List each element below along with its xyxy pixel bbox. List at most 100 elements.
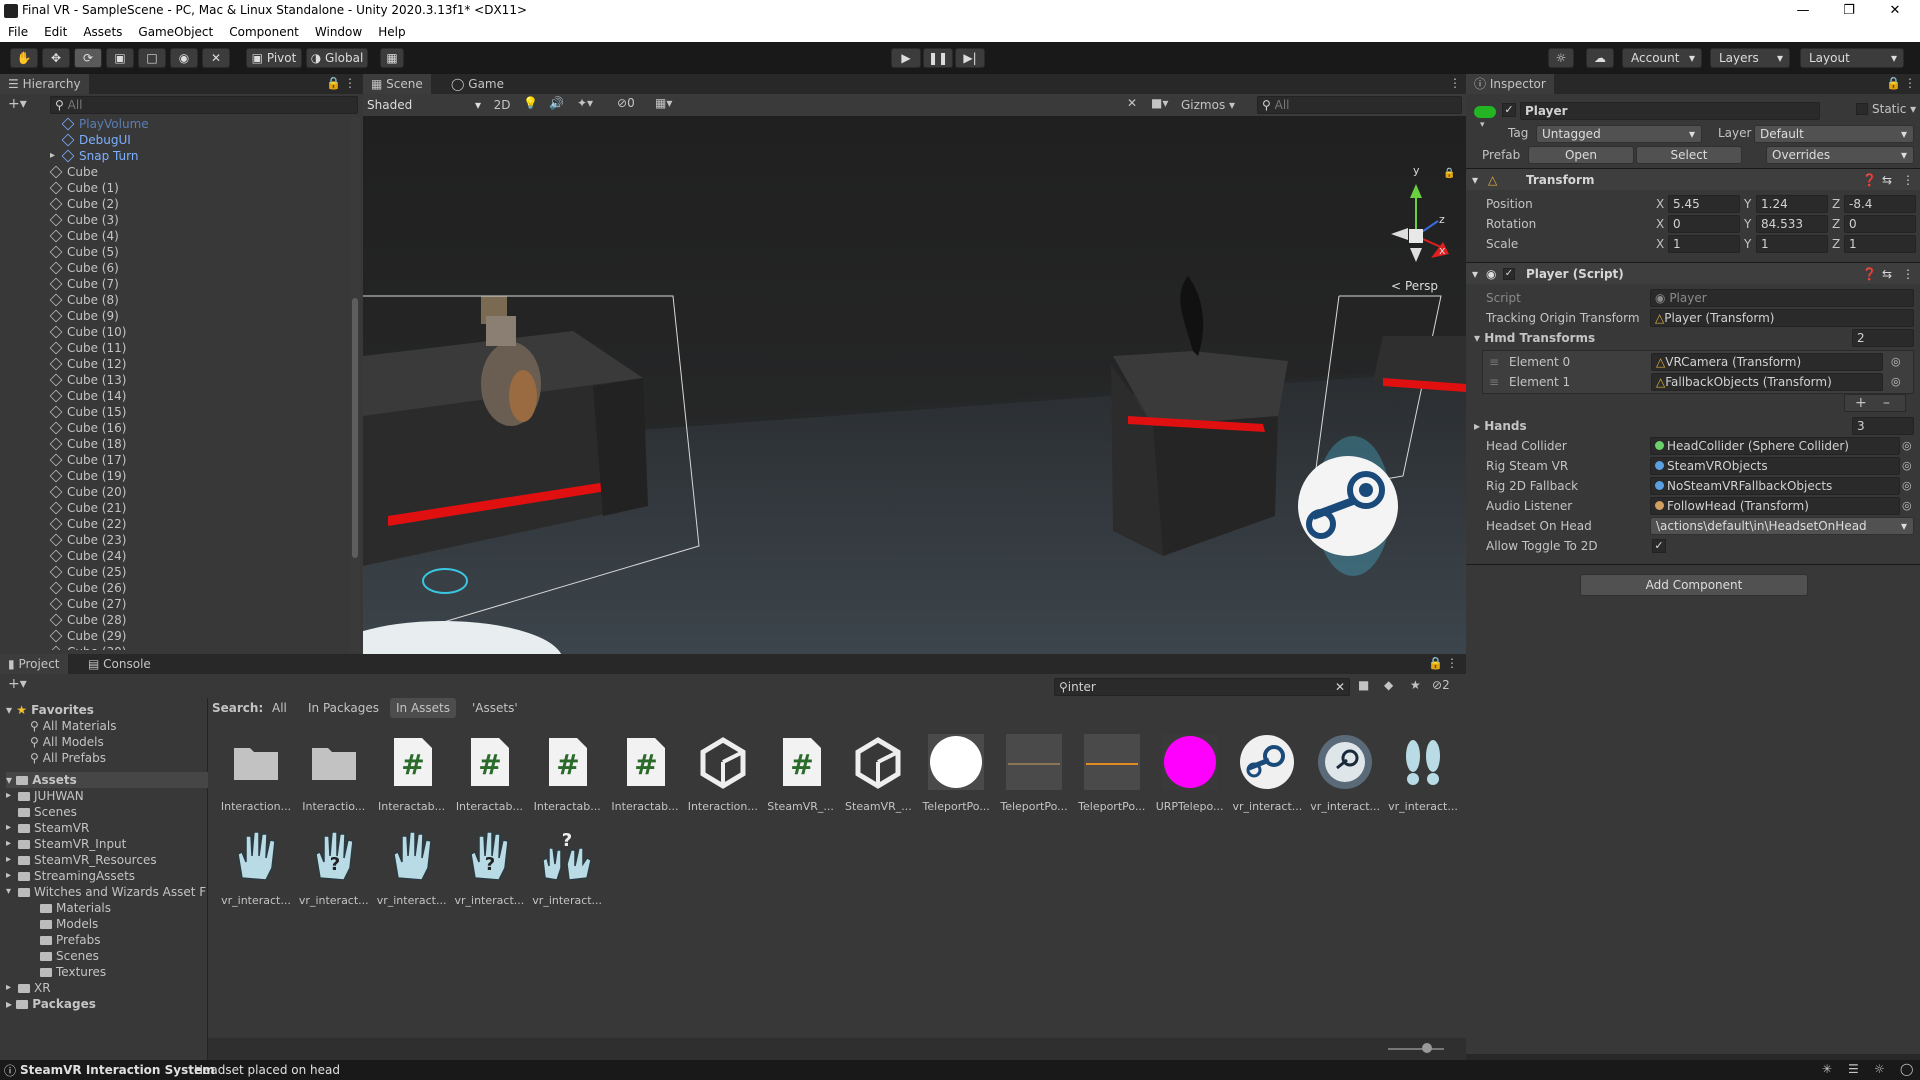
create-asset-button[interactable]: +▾: [8, 676, 27, 692]
global-toggle[interactable]: ◑ Global: [306, 48, 368, 68]
scale-tool-icon[interactable]: ▣: [106, 48, 134, 68]
hierarchy-item[interactable]: Cube (8): [0, 292, 350, 308]
script-enabled-checkbox[interactable]: ✓: [1503, 268, 1515, 280]
help-icon[interactable]: ❓: [1862, 169, 1877, 191]
folder-item[interactable]: ▾ Witches and Wizards Asset F: [6, 884, 206, 900]
transform-component-header[interactable]: ▾ △ Transform ❓ ⇆ ⋮: [1466, 168, 1920, 190]
transform-x-field[interactable]: 5.45: [1668, 195, 1740, 213]
hierarchy-item[interactable]: Cube (21): [0, 500, 350, 516]
status-source[interactable]: SteamVR Interaction System: [20, 1063, 215, 1077]
static-dropdown[interactable]: Static ▾: [1872, 102, 1916, 116]
object-picker-icon[interactable]: ◎: [1891, 352, 1901, 372]
object-name-field[interactable]: Player: [1520, 102, 1820, 120]
transform-z-field[interactable]: 1: [1844, 235, 1916, 253]
folder-item[interactable]: Prefabs: [40, 932, 101, 948]
hmd-count-field[interactable]: 2: [1852, 329, 1914, 347]
kebab-menu-icon[interactable]: ⋮: [1449, 76, 1461, 90]
headset-on-head-dropdown[interactable]: \actions\default\in\HeadsetOnHead ▾: [1650, 517, 1914, 535]
asset-item[interactable]: # Interactab...: [453, 726, 525, 816]
asset-item[interactable]: # Interactab...: [609, 726, 681, 816]
kebab-menu-icon[interactable]: ⋮: [344, 76, 356, 90]
minimize-button[interactable]: —: [1780, 0, 1826, 22]
hierarchy-item[interactable]: Cube (20): [0, 484, 350, 500]
project-search-input[interactable]: ⚲inter ✕: [1054, 678, 1350, 696]
hidden-objects-toggle[interactable]: ⊘0: [617, 96, 635, 110]
asset-item[interactable]: Interaction...: [687, 726, 759, 816]
preset-icon[interactable]: ⇆: [1882, 263, 1892, 285]
collab-icon[interactable]: ☼: [1548, 48, 1574, 68]
hands-foldout[interactable]: ▸ Hands: [1474, 416, 1527, 436]
help-icon[interactable]: ❓: [1862, 263, 1877, 285]
hierarchy-search-input[interactable]: ⚲ All: [50, 96, 358, 114]
hierarchy-item[interactable]: Cube (17): [0, 452, 350, 468]
hierarchy-item[interactable]: Cube (4): [0, 228, 350, 244]
asset-item[interactable]: ? vr_interact...: [453, 820, 525, 910]
hierarchy-item[interactable]: Cube (3): [0, 212, 350, 228]
scope-in-assets[interactable]: In Assets: [390, 698, 457, 718]
asset-item[interactable]: SteamVR_...: [842, 726, 914, 816]
menu-file[interactable]: File: [0, 22, 36, 39]
chevron-right-icon[interactable]: ▸: [6, 868, 11, 884]
menu-assets[interactable]: Assets: [75, 22, 130, 39]
hierarchy-item[interactable]: Cube (24): [0, 548, 350, 564]
drag-handle-icon[interactable]: ≡: [1489, 372, 1499, 392]
camera-icon[interactable]: ■▾: [1151, 96, 1168, 110]
reference-field[interactable]: FollowHead (Transform): [1650, 497, 1900, 515]
kebab-menu-icon[interactable]: ⋮: [1902, 263, 1914, 285]
hierarchy-item[interactable]: DebugUI: [0, 132, 350, 148]
hidden-packages-toggle[interactable]: ⊘2: [1432, 678, 1450, 692]
packages-folder[interactable]: ▸ Packages: [6, 996, 96, 1012]
create-add-button[interactable]: +▾: [8, 96, 27, 112]
cache-server-icon[interactable]: ◯: [1900, 1062, 1913, 1076]
chevron-right-icon[interactable]: ▸: [6, 788, 11, 804]
object-icon[interactable]: [1474, 106, 1496, 118]
tab-game[interactable]: ◯ Game: [443, 74, 512, 94]
hierarchy-item[interactable]: Cube (29): [0, 628, 350, 644]
tag-dropdown[interactable]: Untagged ▾: [1536, 125, 1702, 143]
rect-tool-icon[interactable]: □: [138, 48, 166, 68]
menu-edit[interactable]: Edit: [36, 22, 75, 39]
grid-snap-icon[interactable]: ▦: [380, 48, 404, 68]
scope-in-packages[interactable]: In Packages: [304, 698, 383, 718]
step-button[interactable]: ▶|: [955, 48, 985, 68]
asset-item[interactable]: # Interactab...: [376, 726, 448, 816]
bug-icon[interactable]: ✳: [1822, 1062, 1832, 1076]
folder-item[interactable]: ▸ SteamVR: [6, 820, 89, 836]
persp-label[interactable]: Persp: [1405, 279, 1438, 293]
chevron-right-icon[interactable]: ▸: [6, 852, 11, 868]
shading-mode-dropdown[interactable]: Shaded ▾: [367, 96, 485, 114]
hmd-element-field[interactable]: △VRCamera (Transform): [1651, 353, 1883, 371]
folder-item[interactable]: ▸ SteamVR_Input: [6, 836, 126, 852]
hierarchy-item[interactable]: Cube (16): [0, 420, 350, 436]
audio-icon[interactable]: 🔊: [549, 96, 564, 110]
asset-item[interactable]: ? vr_interact...: [298, 820, 370, 910]
transform-y-field[interactable]: 1.24: [1756, 195, 1828, 213]
object-picker-icon[interactable]: ◎: [1902, 496, 1912, 516]
folder-item[interactable]: Scenes: [40, 948, 99, 964]
reference-field[interactable]: HeadCollider (Sphere Collider): [1650, 437, 1900, 455]
lock-icon[interactable]: 🔒: [1886, 76, 1901, 90]
layers-dropdown[interactable]: Layers ▾: [1710, 48, 1790, 68]
tab-project[interactable]: ▮ Project: [0, 654, 68, 674]
hierarchy-item[interactable]: Cube (2): [0, 196, 350, 212]
asset-item[interactable]: TeleportPo...: [1076, 726, 1148, 816]
hierarchy-item[interactable]: Cube (5): [0, 244, 350, 260]
scene-viewport[interactable]: y z x Persp < 🔒: [363, 116, 1466, 654]
move-tool-icon[interactable]: ✥: [42, 48, 70, 68]
tools-icon[interactable]: ✕: [1127, 96, 1137, 110]
play-button[interactable]: ▶: [891, 48, 921, 68]
hierarchy-item[interactable]: Cube (19): [0, 468, 350, 484]
hierarchy-item[interactable]: Cube (30): [0, 644, 350, 650]
menu-gameobject[interactable]: GameObject: [130, 22, 221, 39]
folder-item[interactable]: ▸ JUHWAN: [6, 788, 84, 804]
lighting-icon[interactable]: 💡: [523, 96, 538, 110]
layer-dropdown[interactable]: Default ▾: [1754, 125, 1914, 143]
favorite-item[interactable]: ⚲ All Prefabs: [30, 750, 106, 766]
zoom-slider-handle[interactable]: [1422, 1043, 1432, 1053]
chevron-right-icon[interactable]: ▸: [6, 836, 11, 852]
folder-item[interactable]: Models: [40, 916, 98, 932]
favorite-item[interactable]: ⚲ All Materials: [30, 718, 117, 734]
search-by-label-icon[interactable]: ◆: [1384, 678, 1393, 692]
menu-component[interactable]: Component: [221, 22, 307, 39]
custom-tool-icon[interactable]: ✕: [202, 48, 230, 68]
